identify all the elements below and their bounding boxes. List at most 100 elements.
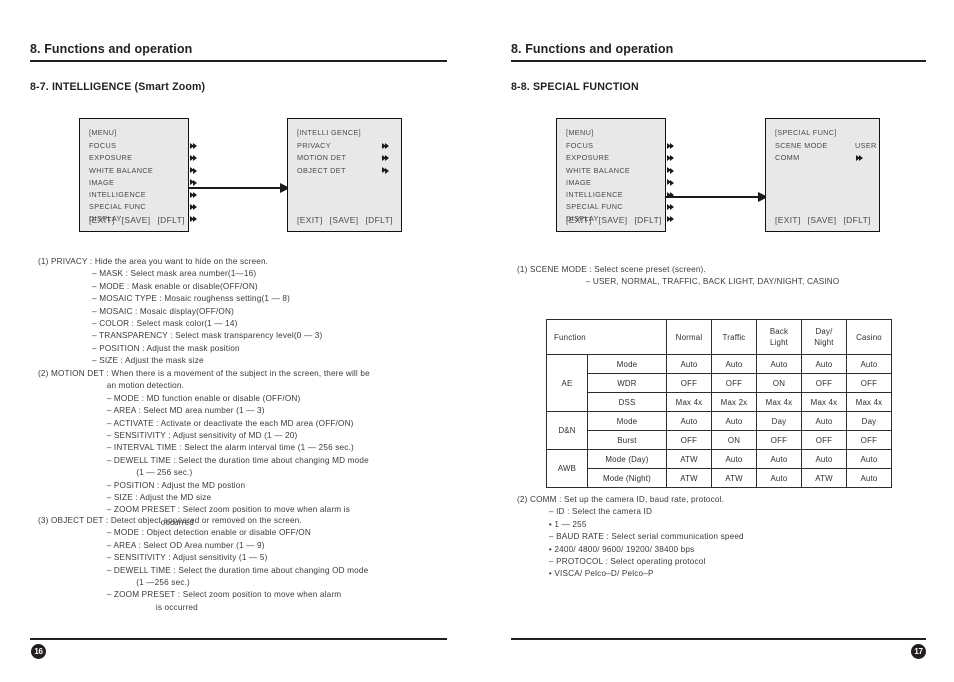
- osd-row-motion-det[interactable]: MOTION DET: [297, 152, 401, 164]
- osd-row-label: PRIVACY: [297, 141, 331, 151]
- table-row: AWB Mode (Day) ATW Auto Auto Auto Auto: [546, 449, 892, 488]
- osd-dflt-button[interactable]: [DFLT]: [634, 215, 661, 225]
- table-cell: OFF: [666, 430, 712, 450]
- osd-row-intelligence[interactable]: INTELLIGENCE: [89, 189, 197, 201]
- osd-row-image[interactable]: IMAGE: [566, 177, 674, 189]
- osd-title: [SPECIAL FUNC]: [775, 128, 837, 137]
- osd-row-white-balance[interactable]: WHITE BALANCE: [89, 165, 197, 177]
- scene-preset-table: Function Normal Traffic Back Light Day/Ni…: [546, 319, 892, 488]
- table-cell: Auto: [711, 411, 757, 431]
- table-cell: OFF: [846, 430, 892, 450]
- osd-footer: [EXIT] [SAVE] [DFLT]: [775, 215, 878, 225]
- right-chapter-header: 8. Functions and operation: [511, 42, 926, 62]
- osd-row-white-balance[interactable]: WHITE BALANCE: [566, 165, 674, 177]
- osd-row-label: COMM: [775, 153, 800, 163]
- osd-row-label: WHITE BALANCE: [566, 165, 631, 175]
- osd-save-button[interactable]: [SAVE]: [122, 215, 151, 225]
- osd-menu-box-special-func: [SPECIAL FUNC] SCENE MODE USER COMM [EXI…: [765, 118, 880, 232]
- table-cell: OFF: [666, 373, 712, 393]
- table-cell: ATW: [711, 468, 757, 488]
- page-left: 8. Functions and operation 8-7. INTELLIG…: [0, 0, 477, 682]
- double-arrow-icon: [666, 167, 674, 174]
- osd-exit-button[interactable]: [EXIT]: [297, 215, 323, 225]
- osd-row-value: USER: [855, 141, 877, 151]
- osd-row-label: IMAGE: [566, 177, 592, 187]
- table-cell: ATW: [666, 449, 712, 469]
- table-cell: Auto: [711, 354, 757, 374]
- header-rule: [30, 60, 447, 62]
- table-cell: OFF: [711, 373, 757, 393]
- osd-row-special-func[interactable]: SPECIAL FUNC: [89, 201, 197, 213]
- osd-row-label: SCENE MODE: [775, 141, 828, 151]
- double-arrow-icon: [189, 191, 197, 198]
- table-cell: ATW: [801, 468, 847, 488]
- osd-title: [MENU]: [89, 128, 117, 137]
- osd-exit-button[interactable]: [EXIT]: [89, 215, 115, 225]
- osd-exit-button[interactable]: [EXIT]: [566, 215, 592, 225]
- page-title: 8. Functions and operation: [30, 42, 193, 56]
- osd-row-focus[interactable]: FOCUS: [89, 140, 197, 152]
- osd-row-object-det[interactable]: OBJECT DET: [297, 165, 401, 177]
- osd-dflt-button[interactable]: [DFLT]: [365, 215, 392, 225]
- table-cell: Day: [846, 411, 892, 431]
- osd-row-label: SPECIAL FUNC: [89, 202, 147, 212]
- left-section-title: 8-7. INTELLIGENCE (Smart Zoom): [30, 81, 206, 93]
- table-sub-label: Mode: [587, 354, 667, 374]
- osd-menu-box-main-left: [MENU] FOCUS EXPOSURE WHITE BALANCE IMAG…: [79, 118, 197, 232]
- table-cell: Auto: [801, 354, 847, 374]
- table-cell: Max 4x: [666, 392, 712, 412]
- table-cell: Day: [756, 411, 802, 431]
- osd-footer: [EXIT] [SAVE] [DFLT]: [297, 215, 400, 225]
- motion-det-description: (2) MOTION DET : When there is a movemen…: [38, 369, 370, 527]
- osd-row-label: WHITE BALANCE: [89, 165, 154, 175]
- table-group-dn: D&N: [546, 411, 588, 450]
- osd-row-privacy[interactable]: PRIVACY: [297, 140, 401, 152]
- osd-row-comm[interactable]: COMM: [775, 152, 879, 164]
- osd-row-label: FOCUS: [566, 141, 594, 151]
- table-cell: Auto: [756, 354, 802, 374]
- table-cell: Max 2x: [711, 392, 757, 412]
- osd-save-button[interactable]: [SAVE]: [808, 215, 837, 225]
- table-cell: Auto: [666, 354, 712, 374]
- table-cell: Auto: [756, 449, 802, 469]
- table-row: D&N Mode Auto Auto Day Auto Day: [546, 411, 892, 450]
- double-arrow-icon: [189, 154, 197, 162]
- double-arrow-icon: [381, 167, 389, 174]
- osd-menu-box-intelligence: [INTELLI GENCE] PRIVACY MOTION DET OBJEC…: [287, 118, 402, 232]
- osd-row-image[interactable]: IMAGE: [89, 177, 197, 189]
- table-sub-label: Burst: [587, 430, 667, 450]
- table-header-back-light: Back Light: [756, 319, 802, 355]
- osd-row-exposure[interactable]: EXPOSURE: [566, 152, 674, 164]
- osd-dflt-button[interactable]: [DFLT]: [157, 215, 184, 225]
- table-header-casino: Casino: [846, 319, 892, 355]
- table-cell: OFF: [801, 373, 847, 393]
- flow-arrow-left: [189, 183, 290, 193]
- table-header-normal: Normal: [666, 319, 712, 355]
- table-cell: OFF: [801, 430, 847, 450]
- table-row: Burst OFF ON OFF OFF OFF: [547, 430, 892, 450]
- osd-exit-button[interactable]: [EXIT]: [775, 215, 801, 225]
- osd-row-focus[interactable]: FOCUS: [566, 140, 674, 152]
- page-number-badge: 17: [911, 644, 926, 659]
- table-cell: Auto: [801, 411, 847, 431]
- double-arrow-icon: [189, 215, 197, 223]
- table-sub-label: Mode: [587, 411, 667, 431]
- osd-row-exposure[interactable]: EXPOSURE: [89, 152, 197, 164]
- osd-row-intelligence[interactable]: INTELLIGENCE: [566, 189, 674, 201]
- privacy-description: (1) PRIVACY : Hide the area you want to …: [38, 257, 323, 366]
- table-sub-label: WDR: [587, 373, 667, 393]
- table-cell: Auto: [801, 449, 847, 469]
- osd-save-button[interactable]: [SAVE]: [330, 215, 359, 225]
- osd-save-button[interactable]: [SAVE]: [599, 215, 628, 225]
- page-right: 8. Functions and operation 8-8. SPECIAL …: [477, 0, 954, 682]
- osd-title: [INTELLI GENCE]: [297, 128, 362, 137]
- page-number-badge: 16: [31, 644, 46, 659]
- osd-row-label: INTELLIGENCE: [89, 189, 146, 199]
- osd-dflt-button[interactable]: [DFLT]: [843, 215, 870, 225]
- double-arrow-icon: [666, 154, 674, 162]
- double-arrow-icon: [666, 203, 674, 211]
- osd-row-special-func[interactable]: SPECIAL FUNC: [566, 201, 674, 213]
- osd-row-scene-mode[interactable]: SCENE MODE USER: [775, 140, 879, 152]
- table-row: AE Mode Auto Auto Auto Auto Auto: [546, 354, 892, 412]
- table-group-awb: AWB: [546, 449, 588, 488]
